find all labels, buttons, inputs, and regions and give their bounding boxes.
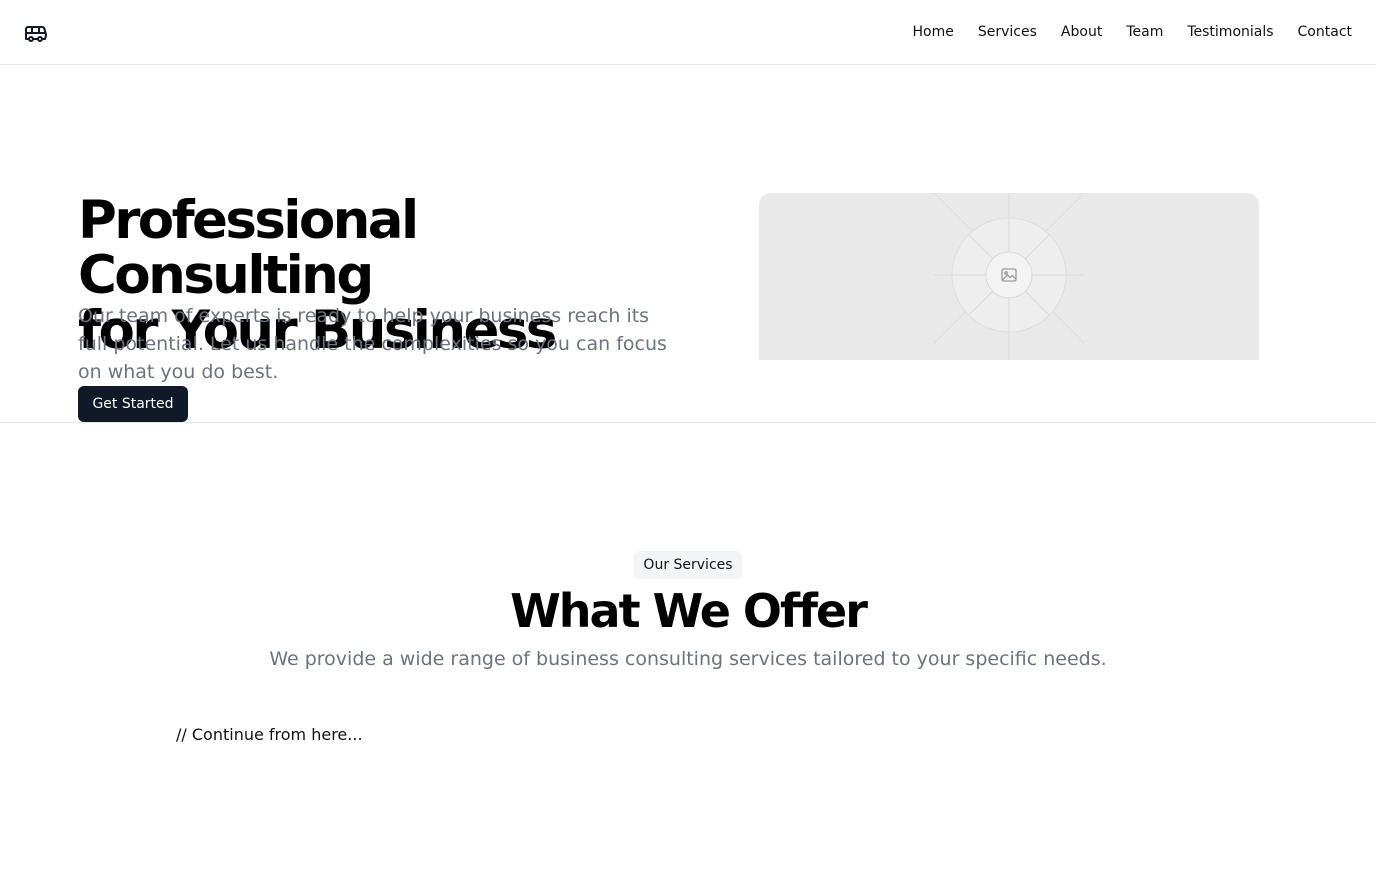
nav-link-team[interactable]: Team: [1126, 24, 1163, 40]
nav-link-home[interactable]: Home: [913, 24, 954, 40]
nav-link-services[interactable]: Services: [978, 24, 1037, 40]
services-section: Our Services What We Offer We provide a …: [0, 423, 1376, 875]
services-badge: Our Services: [634, 551, 742, 579]
site-header: Home Services About Team Testimonials Co…: [0, 0, 1376, 65]
get-started-button[interactable]: Get Started: [78, 386, 188, 422]
placeholder-graphic: [933, 193, 1085, 360]
main-nav: Home Services About Team Testimonials Co…: [913, 0, 1352, 64]
services-subtitle: We provide a wide range of business cons…: [269, 648, 1107, 670]
hero-image-placeholder: [759, 193, 1259, 360]
hero-section: Professional Consulting for Your Busines…: [0, 65, 1376, 423]
nav-link-contact[interactable]: Contact: [1298, 24, 1352, 40]
nav-link-about[interactable]: About: [1061, 24, 1102, 40]
services-title: What We Offer: [510, 584, 868, 638]
hero-title-line-1: Professional Consulting: [78, 190, 419, 306]
hero-subtitle: Our team of experts is ready to help you…: [78, 305, 667, 383]
nav-link-testimonials[interactable]: Testimonials: [1187, 24, 1273, 40]
continue-placeholder-text: // Continue from here...: [176, 725, 363, 744]
bus-icon[interactable]: [24, 21, 48, 45]
